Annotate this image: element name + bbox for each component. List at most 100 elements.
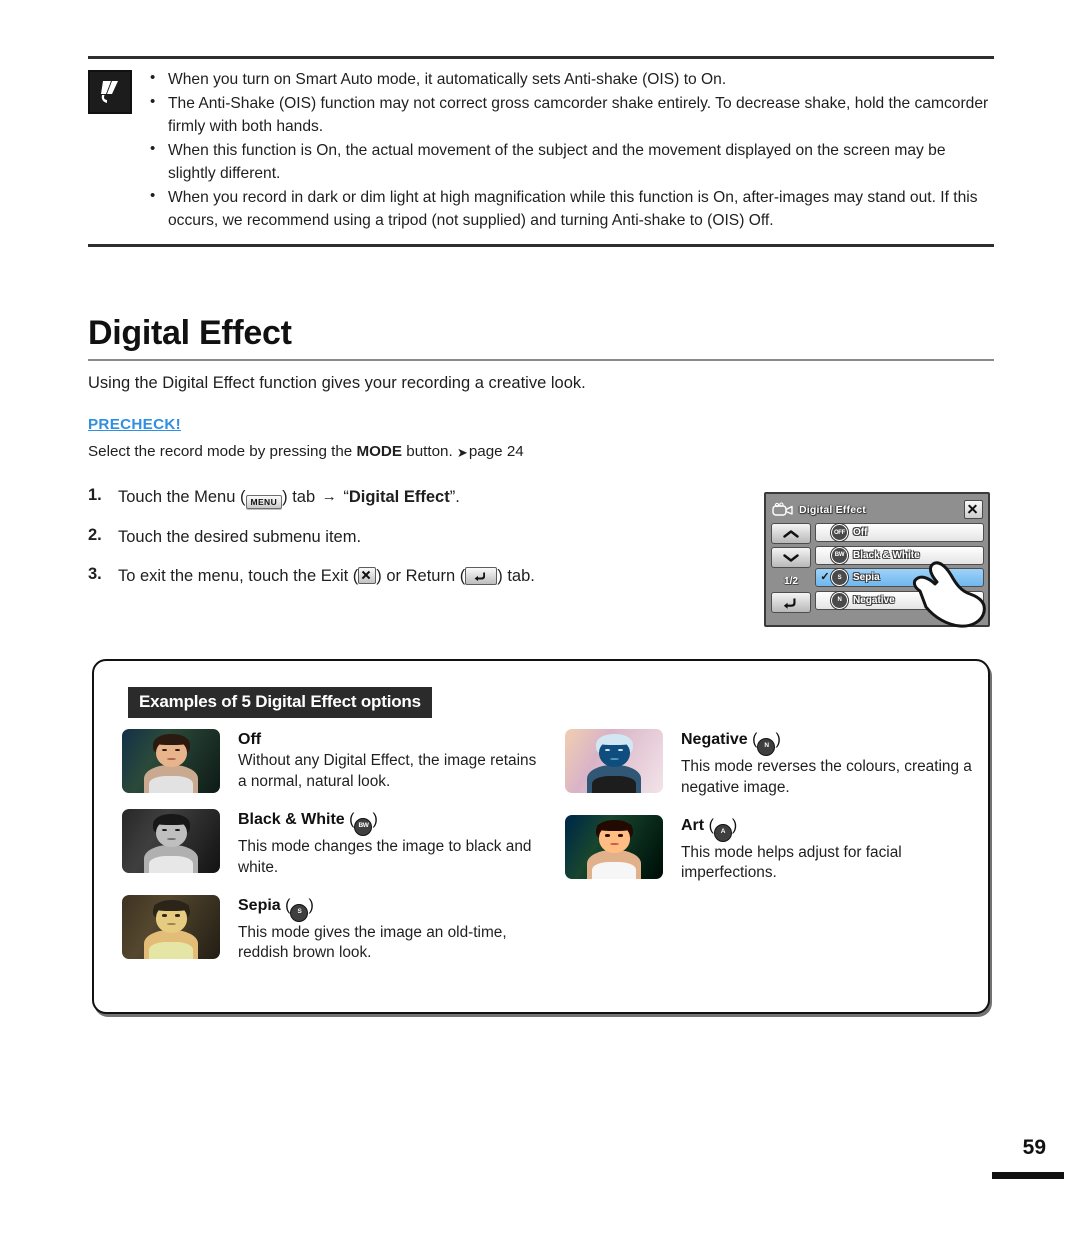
note-bullet: When this function is On, the actual mov…	[146, 138, 994, 185]
effect-bw-icon: BW	[831, 546, 848, 564]
effect-sepia-icon: S	[290, 903, 309, 922]
example-badge-paren: (A)	[709, 817, 737, 842]
portrait-art-thumbnail	[565, 814, 663, 879]
effect-bw-icon: BW	[354, 818, 373, 836]
lcd-menu-item-label: Negative	[853, 594, 895, 606]
lcd-menu-item-sepia[interactable]: ✓ S Sepia	[815, 568, 984, 587]
examples-box: Examples of 5 Digital Effect options Off…	[92, 659, 990, 1014]
precheck-prefix: Select the record mode by pressing the	[88, 443, 357, 460]
precheck-text: Select the record mode by pressing the M…	[88, 443, 788, 461]
step1-suffix: ”.	[449, 488, 460, 506]
note-bullet: The Anti-Shake (OIS) function may not co…	[146, 91, 994, 138]
example-name-label: Sepia	[238, 896, 281, 914]
portrait-sepia-thumbnail	[122, 894, 220, 959]
page-number: 59	[1022, 1136, 1046, 1159]
precheck-mode-keyword: MODE	[356, 443, 403, 460]
step3-suffix: ) tab.	[497, 566, 535, 585]
effect-art-icon: A	[713, 823, 732, 842]
note-bullet: When you turn on Smart Auto mode, it aut…	[146, 67, 994, 91]
lcd-header: Digital Effect	[770, 498, 984, 521]
step1-prefix: Touch the Menu (	[118, 488, 246, 506]
example-name: Art (A)	[681, 816, 972, 842]
lcd-check-icon: ✓	[820, 571, 830, 583]
lcd-menu-list: OFF Off BW Black & White ✓ S Sepia N Neg…	[812, 523, 984, 623]
example-description: This mode reverses the colours, creating…	[681, 758, 972, 796]
lcd-nav-column: 1/2	[770, 523, 812, 623]
step1-bold-term: Digital Effect	[348, 488, 450, 506]
intro-paragraph: Using the Digital Effect function gives …	[88, 374, 586, 392]
example-badge-paren: (N)	[752, 731, 781, 756]
page-title: Digital Effect	[88, 314, 292, 352]
example-text: Off Without any Digital Effect, the imag…	[238, 729, 547, 793]
lcd-screen-mockup: Digital Effect 1/2 OFF Off BW Black & Wh…	[764, 492, 990, 628]
lcd-menu-item-label: Sepia	[853, 572, 880, 583]
example-name: Negative (N)	[681, 730, 972, 756]
effect-negative-icon: N	[831, 591, 848, 609]
example-description: This mode changes the image to black and…	[238, 838, 532, 876]
title-underline-rule	[88, 358, 994, 361]
examples-grid: Off Without any Digital Effect, the imag…	[122, 729, 972, 980]
examples-column-left: Off Without any Digital Effect, the imag…	[122, 729, 547, 980]
return-arrow-icon[interactable]	[771, 592, 811, 613]
instruction-steps: 1. Touch the Menu (MENU) tab → “Digital …	[88, 486, 728, 604]
effect-sepia-icon: S	[831, 569, 848, 586]
exit-key-icon	[358, 566, 377, 584]
camcorder-icon	[772, 502, 794, 517]
menu-key-icon: MENU	[245, 495, 283, 509]
lcd-menu-item-off[interactable]: OFF Off	[815, 523, 984, 542]
step3-prefix: To exit the menu, touch the Exit (	[118, 566, 359, 585]
chevron-up-icon[interactable]	[771, 523, 811, 544]
step-item: 3. To exit the menu, touch the Exit () o…	[88, 565, 728, 587]
note-bullet: When you record in dark or dim light at …	[146, 185, 994, 232]
step-text: Touch the Menu (MENU) tab → “Digital Eff…	[118, 486, 728, 509]
example-text: Art (A) This mode helps adjust for facia…	[681, 815, 972, 885]
example-name: Black & White (BW)	[238, 810, 547, 836]
chevron-down-icon[interactable]	[771, 547, 811, 568]
example-badge-paren: (BW)	[349, 811, 378, 836]
step-text: To exit the menu, touch the Exit () or R…	[118, 565, 728, 587]
step1-mid: ) tab	[282, 488, 320, 506]
step-number: 3.	[88, 564, 102, 583]
example-text: Sepia (S) This mode gives the image an o…	[238, 895, 547, 965]
close-x-icon[interactable]	[964, 500, 983, 519]
step-item: 1. Touch the Menu (MENU) tab → “Digital …	[88, 486, 728, 509]
lcd-menu-item-black-and-white[interactable]: BW Black & White	[815, 545, 984, 565]
step-number: 1.	[88, 486, 102, 504]
example-name-label: Black & White	[238, 811, 345, 828]
lcd-menu-item-label: Off	[853, 527, 868, 538]
step-text: Touch the desired submenu item.	[118, 527, 362, 546]
example-item-sepia: Sepia (S) This mode gives the image an o…	[122, 894, 547, 965]
note-body: When you turn on Smart Auto mode, it aut…	[88, 59, 994, 234]
example-description: This mode gives the image an old-time, r…	[238, 923, 507, 962]
example-text: Black & White (BW) This mode changes the…	[238, 809, 547, 879]
note-box: When you turn on Smart Auto mode, it aut…	[88, 56, 994, 247]
example-description: This mode helps adjust for facial imperf…	[681, 843, 902, 882]
note-pen-icon	[88, 70, 132, 114]
lcd-menu-item-label: Black & White	[853, 549, 920, 561]
page-ref-arrow-icon: ➤	[456, 445, 468, 460]
example-name: Sepia (S)	[238, 896, 547, 922]
precheck-label: PRECHECK!	[88, 416, 181, 433]
example-item-off: Off Without any Digital Effect, the imag…	[122, 729, 547, 793]
portrait-negative-thumbnail	[565, 729, 663, 793]
example-name: Off	[238, 730, 547, 750]
portrait-normal-thumbnail	[122, 729, 220, 793]
example-text: Negative (N) This mode reverses the colo…	[681, 729, 972, 799]
page-title-block: Digital Effect	[88, 314, 994, 361]
example-name-label: Off	[238, 731, 262, 748]
example-item-negative: Negative (N) This mode reverses the colo…	[565, 729, 972, 799]
step-number: 2.	[88, 525, 102, 544]
lcd-body: 1/2 OFF Off BW Black & White ✓ S Sepia N…	[770, 523, 984, 623]
example-item-black-and-white: Black & White (BW) This mode changes the…	[122, 809, 547, 879]
examples-title: Examples of 5 Digital Effect options	[128, 687, 432, 718]
note-bottom-rule	[88, 243, 994, 247]
arrow-right-icon: →	[321, 488, 337, 505]
lcd-title: Digital Effect	[799, 503, 866, 516]
lcd-menu-item-negative[interactable]: N Negative	[815, 590, 984, 610]
example-name-label: Art	[681, 816, 705, 834]
return-key-icon	[465, 566, 498, 585]
note-bullet-list: When you turn on Smart Auto mode, it aut…	[146, 67, 994, 234]
examples-column-right: Negative (N) This mode reverses the colo…	[547, 729, 972, 980]
step-item: 2. Touch the desired submenu item.	[88, 526, 728, 548]
precheck-suffix: button.	[402, 443, 457, 460]
